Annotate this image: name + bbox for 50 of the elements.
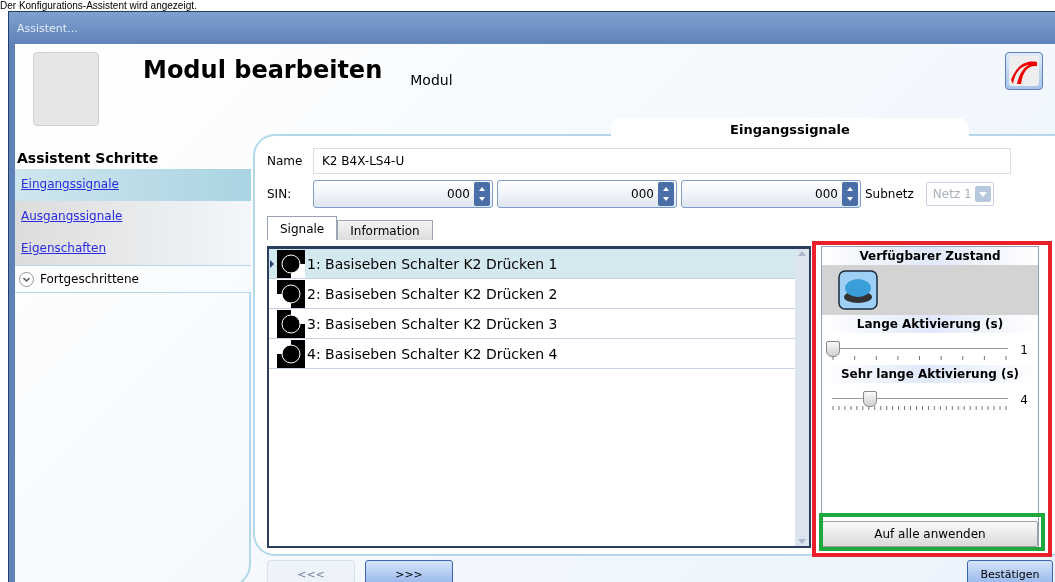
spin-field[interactable]: 000 [313,180,493,208]
slider-thumb[interactable] [826,341,840,357]
button-symbol-icon [277,339,305,368]
tab[interactable]: Information [337,220,433,240]
document-icon [1009,56,1039,86]
signal-label: 2: Basiseben Schalter K2 Drücken 2 [307,285,558,302]
apply-all-button[interactable]: Auf alle anwenden [822,521,1038,547]
expander-label: Fortgeschrittene [40,272,139,286]
button-symbol-icon [277,309,305,338]
spin-arrows-icon [842,182,858,206]
sidebar-link[interactable]: Eingangssignale [15,169,251,201]
scroll-down-icon[interactable] [798,538,806,546]
spin-field[interactable]: 000 [681,180,861,208]
tab[interactable]: Signale [267,216,338,240]
header-subtitle: Modul [410,72,453,90]
name-field[interactable]: K2 B4X-LS4-U [313,148,1011,174]
row-pointer-icon [270,259,274,268]
spin-arrows-icon [658,182,674,206]
slider-value: 1 [1019,342,1029,357]
sidebar-link[interactable]: Ausgangssignale [15,201,251,233]
subnet-label: Subnetz [865,187,914,201]
signal-label: 1: Basiseben Schalter K2 Drücken 1 [307,255,558,272]
spin-arrows-icon [474,182,490,206]
confirm-button[interactable]: Bestätigen [967,560,1053,582]
scroll-up-icon[interactable] [798,249,806,257]
signal-row[interactable]: 4: Basiseben Schalter K2 Drücken 4 [269,339,795,369]
caption-text: Der Konfigurations-Assistent wird angezeigt. [0,0,197,11]
slider-thumb[interactable] [863,391,878,407]
button-symbol-icon [277,279,305,308]
next-button[interactable]: >>> [365,560,453,582]
spin-field[interactable]: 000 [497,180,677,208]
signal-label: 3: Basiseben Schalter K2 Drücken 3 [307,315,558,332]
expander-header[interactable]: Fortgeschrittene [15,265,251,293]
name-label: Name [267,154,304,168]
signal-row[interactable]: 3: Basiseben Schalter K2 Drücken 3 [269,309,795,339]
signal-label: 4: Basiseben Schalter K2 Drücken 4 [307,345,558,362]
slider-track[interactable] [826,341,1008,361]
scrollbar[interactable] [795,249,809,546]
sin-label: SIN: [267,187,293,201]
button-symbol-icon [277,249,305,278]
sidebar-link[interactable]: Eigenschaften [15,233,251,265]
slider-value: 4 [1019,392,1029,407]
push-button-icon[interactable] [838,270,878,310]
window-title: Assistent... [17,21,79,35]
sidebar-title: Assistent Schritte [16,150,160,168]
pdf-button[interactable] [1005,52,1043,90]
header-title: Modul bearbeiten [143,56,383,86]
dropdown-caret-icon [974,186,991,202]
signal-row[interactable]: 2: Basiseben Schalter K2 Drücken 2 [269,279,795,309]
signal-row[interactable]: 1: Basiseben Schalter K2 Drücken 1 [269,249,795,279]
